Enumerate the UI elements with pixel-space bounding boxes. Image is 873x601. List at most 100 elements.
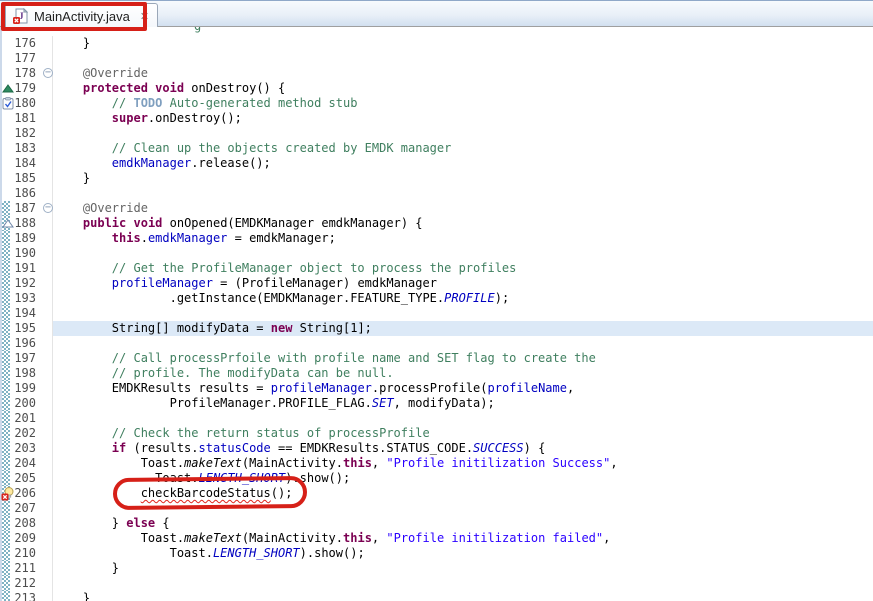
code-line[interactable]: 177 (0, 51, 873, 66)
code-line[interactable]: 180 // TODO Auto-generated method stub (0, 96, 873, 111)
code-segment: . (141, 231, 148, 245)
line-number[interactable]: 185 (14, 171, 36, 186)
fold-collapse-icon[interactable]: − (43, 68, 53, 78)
line-number[interactable]: 187 (14, 201, 36, 216)
line-number[interactable]: 206 (14, 486, 36, 501)
quick-diff-change-marker (2, 501, 10, 516)
line-number[interactable]: 190 (14, 246, 36, 261)
overrides-arrow-icon[interactable] (1, 82, 15, 95)
implements-arrow-icon[interactable] (1, 217, 15, 230)
code-line[interactable]: 187− @Override (0, 201, 873, 216)
error-quickfix-bulb-icon[interactable] (1, 487, 15, 500)
quick-diff-change-marker (2, 306, 10, 321)
code-line[interactable]: 190 (0, 246, 873, 261)
gutter: 192 (0, 276, 44, 291)
line-number[interactable]: 193 (14, 291, 36, 306)
line-number[interactable]: 195 (14, 321, 36, 336)
code-line[interactable]: 195 String[] modifyData = new String[1]; (0, 321, 873, 336)
line-number[interactable]: 197 (14, 351, 36, 366)
code-line[interactable]: 191 // Get the ProfileManager object to … (0, 261, 873, 276)
code-line[interactable]: 188 public void onOpened(EMDKManager emd… (0, 216, 873, 231)
code-line[interactable]: 181 super.onDestroy(); (0, 111, 873, 126)
code-segment: TODO (133, 96, 162, 110)
code-line[interactable]: 194 (0, 306, 873, 321)
code-line[interactable]: 206 checkBarcodeStatus(); (0, 486, 873, 501)
code-line[interactable]: 208 } else { (0, 516, 873, 531)
line-number[interactable]: 198 (14, 366, 36, 381)
tab-mainactivity-java[interactable]: J MainActivity.java ✕ (5, 3, 158, 28)
line-number[interactable]: 207 (14, 501, 36, 516)
line-number[interactable]: 213 (14, 591, 36, 601)
line-number[interactable]: 192 (14, 276, 36, 291)
code-line[interactable]: 213 } (0, 591, 873, 601)
fold-collapse-icon[interactable]: − (43, 203, 53, 213)
line-number[interactable]: 210 (14, 546, 36, 561)
code-editor[interactable]: g 176 }177178− @Override179 protected vo… (0, 27, 873, 601)
code-line[interactable]: 176 } (0, 36, 873, 51)
code-line[interactable]: 196 (0, 336, 873, 351)
line-number[interactable]: 199 (14, 381, 36, 396)
code-line[interactable]: 182 (0, 126, 873, 141)
code-line[interactable]: 205 Toast.LENGTH_SHORT).show(); (0, 471, 873, 486)
code-line[interactable]: 203 if (results.statusCode == EMDKResult… (0, 441, 873, 456)
line-number[interactable]: 191 (14, 261, 36, 276)
line-number[interactable]: 208 (14, 516, 36, 531)
code-segment: this (343, 531, 372, 545)
folding-column (44, 321, 53, 336)
line-number[interactable]: 180 (14, 96, 36, 111)
line-number[interactable]: 182 (14, 126, 36, 141)
folding-column: − (44, 201, 53, 216)
code-line[interactable]: 209 Toast.makeText(MainActivity.this, "P… (0, 531, 873, 546)
line-number[interactable]: 203 (14, 441, 36, 456)
code-line[interactable]: 178− @Override (0, 66, 873, 81)
code-line[interactable]: 184 emdkManager.release(); (0, 156, 873, 171)
line-number[interactable]: 201 (14, 411, 36, 426)
code-line[interactable]: 199 EMDKResults results = profileManager… (0, 381, 873, 396)
code-text (53, 576, 873, 591)
line-number[interactable]: 204 (14, 456, 36, 471)
line-number[interactable]: 179 (14, 81, 36, 96)
tab-close-icon[interactable]: ✕ (140, 10, 149, 23)
line-number[interactable]: 184 (14, 156, 36, 171)
line-number[interactable]: 188 (14, 216, 36, 231)
code-line[interactable]: 185 } (0, 171, 873, 186)
folding-column (44, 291, 53, 306)
code-line[interactable]: 207 (0, 501, 873, 516)
code-text: @Override (53, 66, 873, 81)
line-number[interactable]: 196 (14, 336, 36, 351)
line-number[interactable]: 211 (14, 561, 36, 576)
line-number[interactable]: 209 (14, 531, 36, 546)
code-line[interactable]: 201 (0, 411, 873, 426)
line-number[interactable]: 200 (14, 396, 36, 411)
code-line[interactable]: 204 Toast.makeText(MainActivity.this, "P… (0, 456, 873, 471)
code-segment: public (83, 216, 126, 230)
code-segment: == EMDKResults.STATUS_CODE. (271, 441, 473, 455)
line-number[interactable]: 177 (14, 51, 36, 66)
code-line[interactable]: 198 // profile. The modifyData can be nu… (0, 366, 873, 381)
line-number[interactable]: 183 (14, 141, 36, 156)
code-line[interactable]: 210 Toast.LENGTH_SHORT).show(); (0, 546, 873, 561)
code-line[interactable]: 200 ProfileManager.PROFILE_FLAG.SET, mod… (0, 396, 873, 411)
line-number[interactable]: 202 (14, 426, 36, 441)
code-line[interactable]: 189 this.emdkManager = emdkManager; (0, 231, 873, 246)
line-number[interactable]: 186 (14, 186, 36, 201)
line-number[interactable]: 212 (14, 576, 36, 591)
line-number[interactable]: 181 (14, 111, 36, 126)
code-line[interactable]: 212 (0, 576, 873, 591)
code-line[interactable]: 179 protected void onDestroy() { (0, 81, 873, 96)
task-marker-icon[interactable] (1, 97, 15, 110)
folding-column (44, 411, 53, 426)
line-number[interactable]: 178 (14, 66, 36, 81)
code-line[interactable]: 183 // Clean up the objects created by E… (0, 141, 873, 156)
code-line[interactable]: 193 .getInstance(EMDKManager.FEATURE_TYP… (0, 291, 873, 306)
code-line[interactable]: 202 // Check the return status of proces… (0, 426, 873, 441)
code-line[interactable]: 192 profileManager = (ProfileManager) em… (0, 276, 873, 291)
code-line[interactable]: 186 (0, 186, 873, 201)
line-number[interactable]: 189 (14, 231, 36, 246)
code-line[interactable]: 197 // Call processPrfoile with profile … (0, 351, 873, 366)
line-number[interactable]: 176 (14, 36, 36, 51)
gutter: 204 (0, 456, 44, 471)
code-line[interactable]: 211 } (0, 561, 873, 576)
line-number[interactable]: 194 (14, 306, 36, 321)
line-number[interactable]: 205 (14, 471, 36, 486)
